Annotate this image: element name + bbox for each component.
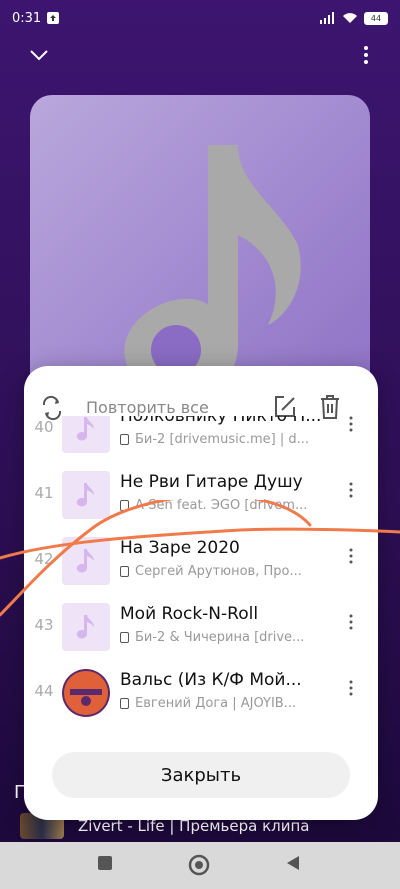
music-note-icon (76, 417, 94, 441)
track-artist: Би-2 & Чичерина [drive... (135, 630, 305, 645)
track-subtitle: Би-2 & Чичерина [drive... (120, 630, 310, 645)
signal-icon (320, 12, 334, 24)
phone-storage-icon (120, 500, 129, 511)
player-top-controls (0, 40, 400, 70)
phone-storage-icon (120, 632, 129, 643)
track-artist: Евгений Дога | AJOYIB... (135, 696, 297, 711)
wifi-icon (343, 13, 357, 23)
track-thumbnail (62, 471, 110, 519)
album-art-icon (64, 671, 108, 715)
home-icon[interactable] (188, 854, 210, 876)
track-number: 43 (34, 616, 54, 634)
track-row[interactable]: 44 Вальс (Из К/Ф Мой... Евгений Дога | A… (24, 660, 378, 726)
music-note-icon (76, 483, 94, 507)
more-vertical-icon[interactable] (348, 546, 354, 566)
status-bar: 0:31 44 (0, 0, 400, 36)
track-row[interactable]: 43 Мой Rock-N-Roll Би-2 & Чичерина [driv… (24, 594, 378, 660)
track-artist: Би-2 [drivemusic.me] | d... (135, 432, 310, 447)
track-artist: A-Sen feat. ЭGO [drivem... (135, 498, 308, 513)
battery-icon: 44 (364, 11, 388, 25)
more-vertical-icon[interactable] (348, 678, 354, 698)
status-time: 0:31 (12, 10, 42, 26)
back-icon[interactable] (284, 854, 302, 872)
phone-storage-icon (120, 434, 129, 445)
track-title: Полковнику Никто Н... (120, 416, 320, 426)
track-thumbnail (62, 537, 110, 585)
track-subtitle: Евгений Дога | AJOYIB... (120, 696, 310, 711)
more-vertical-icon[interactable] (348, 480, 354, 500)
track-artist: Сергей Арутюнов, Про... (135, 564, 302, 579)
more-vertical-icon[interactable] (348, 416, 354, 434)
music-note-icon (76, 549, 94, 573)
track-title: Не Рви Гитаре Душу (120, 472, 303, 492)
repeat-mode-label: Повторить все (86, 398, 209, 417)
track-number: 44 (34, 682, 54, 700)
track-thumbnail (62, 669, 110, 717)
more-vertical-icon[interactable] (348, 612, 354, 632)
system-nav-bar (0, 842, 400, 889)
track-thumbnail (62, 416, 110, 453)
queue-sheet: Повторить все 40 Полковнику Никто Н... Б… (24, 366, 378, 820)
upload-icon (47, 12, 60, 24)
track-row[interactable]: 42 На Заре 2020 Сергей Арутюнов, Про... (24, 528, 378, 594)
recents-icon[interactable] (96, 854, 114, 872)
music-note-icon (76, 615, 94, 639)
track-row[interactable]: 41 Не Рви Гитаре Душу A-Sen feat. ЭGO [d… (24, 462, 378, 528)
track-row[interactable]: 40 Полковнику Никто Н... Би-2 [drivemusi… (24, 416, 378, 462)
track-title: На Заре 2020 (120, 538, 240, 558)
track-title: Вальс (Из К/Ф Мой... (120, 670, 302, 690)
track-thumbnail (62, 603, 110, 651)
track-subtitle: A-Sen feat. ЭGO [drivem... (120, 498, 310, 513)
track-number: 42 (34, 550, 54, 568)
more-vertical-icon[interactable] (360, 44, 372, 66)
close-button[interactable]: Закрыть (52, 752, 350, 798)
queue-list: 40 Полковнику Никто Н... Би-2 [drivemusi… (24, 416, 378, 726)
track-subtitle: Сергей Арутюнов, Про... (120, 564, 310, 579)
chevron-down-icon[interactable] (28, 44, 50, 66)
track-title: Мой Rock-N-Roll (120, 604, 259, 624)
track-subtitle: Би-2 [drivemusic.me] | d... (120, 432, 310, 447)
track-number: 40 (34, 418, 54, 436)
phone-storage-icon (120, 698, 129, 709)
phone-storage-icon (120, 566, 129, 577)
track-number: 41 (34, 484, 54, 502)
